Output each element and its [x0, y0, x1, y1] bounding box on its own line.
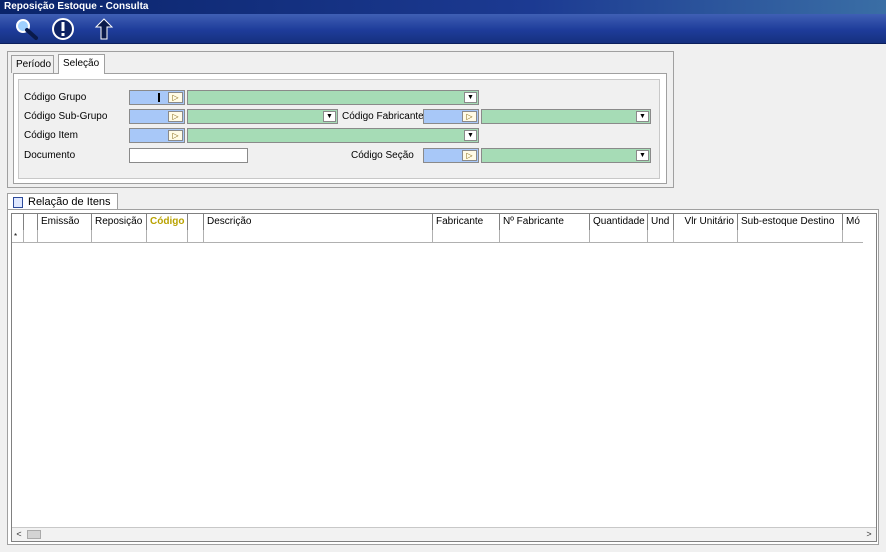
col-reposicao[interactable]: Reposição — [92, 214, 147, 230]
col-select[interactable] — [24, 214, 38, 230]
col-fabricante[interactable]: Fabricante — [433, 214, 500, 230]
tab-relacao-itens[interactable]: Relação de Itens — [7, 193, 118, 210]
codigo-subgrupo-combo[interactable]: ▼ — [187, 109, 338, 124]
chevron-down-icon[interactable]: ▼ — [636, 111, 649, 122]
document-icon — [13, 197, 23, 208]
col-codigo[interactable]: Código — [147, 214, 188, 230]
col-quantidade[interactable]: Quantidade — [590, 214, 648, 230]
grid-header: Emissão Reposição Código Descrição Fabri… — [12, 214, 863, 230]
toolbar — [0, 14, 886, 44]
tab-periodo[interactable]: Período — [11, 55, 54, 73]
codigo-grupo-label: Código Grupo — [24, 92, 87, 103]
codigo-fabricante-input[interactable]: ▷ — [423, 109, 479, 124]
chevron-down-icon[interactable]: ▼ — [323, 111, 336, 122]
codigo-item-label: Código Item — [24, 130, 78, 141]
magnifier-icon — [16, 19, 38, 40]
col-indicator[interactable] — [12, 214, 24, 230]
horizontal-scrollbar[interactable]: < > — [12, 527, 876, 541]
lookup-icon[interactable]: ▷ — [462, 150, 477, 161]
col-mo[interactable]: Mó — [843, 214, 863, 230]
col-sub-estoque-destino[interactable]: Sub-estoque Destino — [738, 214, 843, 230]
text-cursor — [158, 93, 160, 102]
col-und[interactable]: Und — [648, 214, 674, 230]
codigo-item-combo[interactable]: ▼ — [187, 128, 479, 143]
codigo-grupo-input[interactable]: ▷ — [129, 90, 185, 105]
alert-icon — [52, 18, 74, 40]
codigo-fabricante-combo[interactable]: ▼ — [481, 109, 651, 124]
search-button[interactable] — [12, 16, 42, 42]
codigo-secao-combo[interactable]: ▼ — [481, 148, 651, 163]
col-n-fabricante[interactable]: Nº Fabricante — [500, 214, 590, 230]
tab-selecao[interactable]: Seleção — [58, 54, 105, 74]
chevron-down-icon[interactable]: ▼ — [636, 150, 649, 161]
scroll-thumb[interactable] — [27, 530, 41, 539]
col-emissao[interactable]: Emissão — [38, 214, 92, 230]
codigo-subgrupo-label: Código Sub-Grupo — [24, 111, 108, 122]
codigo-grupo-combo[interactable]: ▼ — [187, 90, 479, 105]
codigo-secao-label: Código Seção — [351, 150, 414, 161]
codigo-fabricante-label: Código Fabricante — [342, 111, 424, 122]
back-arrow-icon — [94, 18, 114, 40]
col-vlr-unitario[interactable]: Vlr Unitário — [674, 214, 738, 230]
lookup-icon[interactable]: ▷ — [462, 111, 477, 122]
codigo-item-input[interactable]: ▷ — [129, 128, 185, 143]
scroll-left-icon[interactable]: < — [12, 528, 26, 541]
items-grid[interactable]: Emissão Reposição Código Descrição Fabri… — [11, 213, 877, 542]
lookup-icon[interactable]: ▷ — [168, 92, 183, 103]
codigo-secao-input[interactable]: ▷ — [423, 148, 479, 163]
lookup-icon[interactable]: ▷ — [168, 130, 183, 141]
documento-input[interactable] — [129, 148, 248, 163]
col-descricao[interactable]: Descrição — [204, 214, 433, 230]
alert-button[interactable] — [48, 16, 78, 42]
lookup-icon[interactable]: ▷ — [168, 111, 183, 122]
scroll-right-icon[interactable]: > — [862, 528, 876, 541]
back-button[interactable] — [90, 16, 120, 42]
window-title: Reposição Estoque - Consulta — [0, 0, 886, 14]
new-row-marker: * — [12, 230, 24, 243]
codigo-subgrupo-input[interactable]: ▷ — [129, 109, 185, 124]
chevron-down-icon[interactable]: ▼ — [464, 92, 477, 103]
tab-relacao-itens-label: Relação de Itens — [28, 196, 111, 208]
documento-label: Documento — [24, 150, 76, 161]
col-blank[interactable] — [188, 214, 204, 230]
chevron-down-icon[interactable]: ▼ — [464, 130, 477, 141]
table-row[interactable]: * — [12, 230, 863, 243]
